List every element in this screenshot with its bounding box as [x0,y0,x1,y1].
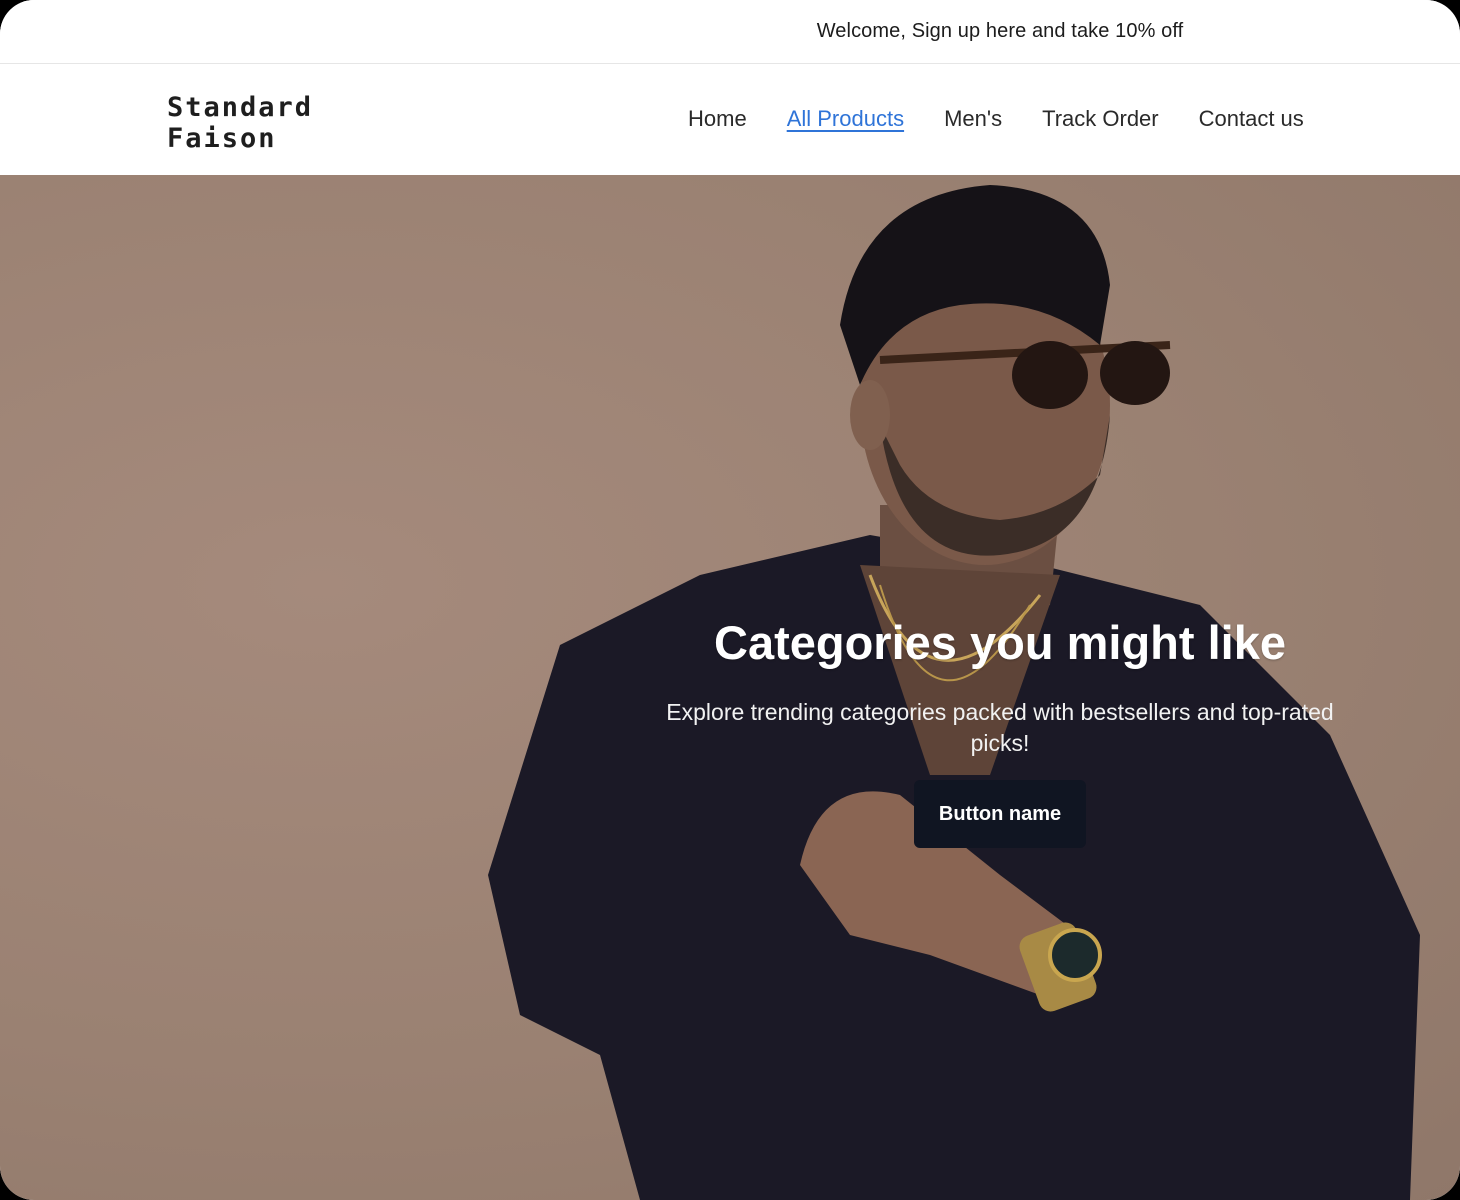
nav-item-all-products[interactable]: All Products [787,106,904,136]
nav-item-mens[interactable]: Men's [944,106,1002,136]
hero-cta-button[interactable]: Button name [914,780,1086,848]
page-frame: Welcome, Sign up here and take 10% off S… [0,0,1460,1200]
nav-item-home[interactable]: Home [688,106,747,136]
nav-item-track-order[interactable]: Track Order [1042,106,1159,136]
brand-logo[interactable]: Standard Faison [167,92,313,154]
brand-logo-line-2: Faison [167,123,277,154]
site-header: Standard Faison Home All Products Men's … [0,64,1460,174]
hero-model-image [488,185,1420,1200]
main-nav: Home All Products Men's Track Order Cont… [688,106,1304,136]
brand-logo-line-1: Standard [167,92,314,123]
announcement-text[interactable]: Welcome, Sign up here and take 10% off [600,20,1400,43]
announcement-bar: Welcome, Sign up here and take 10% off [0,0,1460,64]
hero-banner: Categories you might like Explore trendi… [0,175,1460,1200]
nav-item-contact-us[interactable]: Contact us [1199,106,1304,136]
hero-title: Categories you might like [714,616,1286,669]
hero-subtitle: Explore trending categories packed with … [666,699,1334,756]
